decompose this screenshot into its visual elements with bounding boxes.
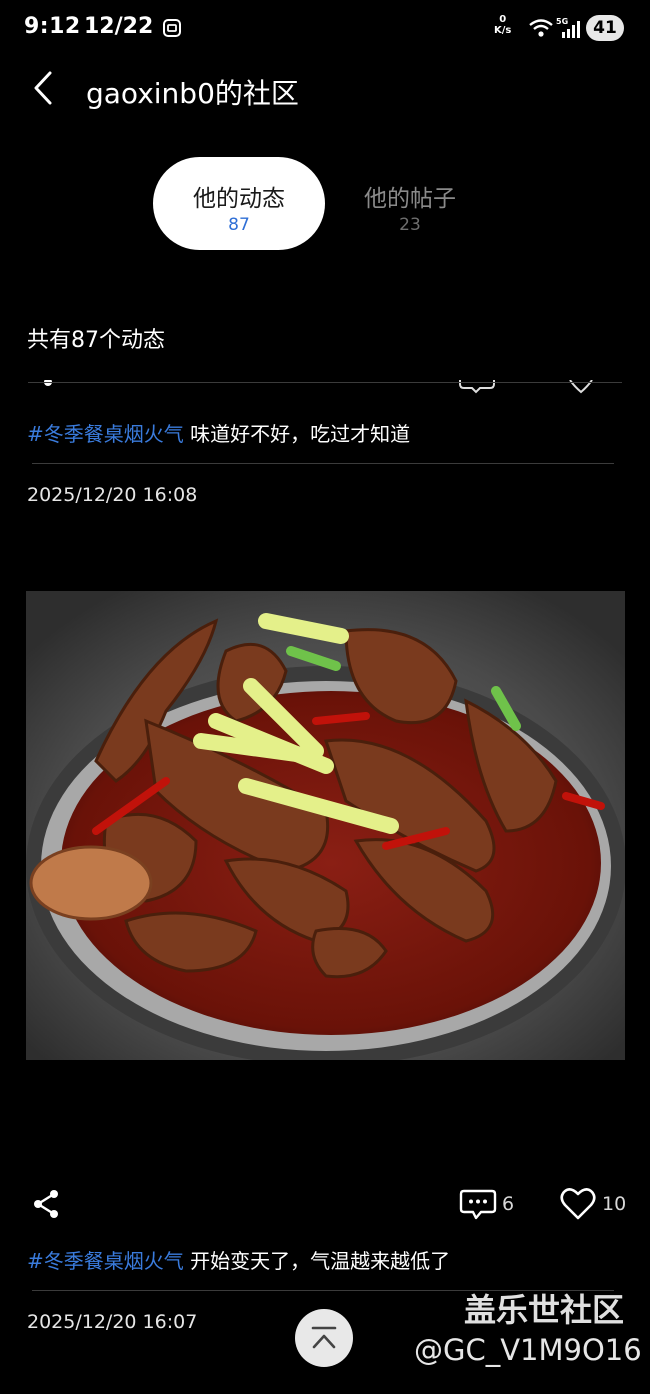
post-text[interactable]: #冬季餐桌烟火气 味道好不好，吃过才知道: [27, 418, 410, 447]
post-body: 味道好不好，吃过才知道: [183, 422, 411, 446]
battery-indicator: 41: [586, 15, 624, 41]
tab-his-activity[interactable]: 他的动态 87: [153, 157, 325, 250]
post-text[interactable]: #冬季餐桌烟火气 开始变天了，气温越来越低了: [27, 1245, 450, 1274]
tab-his-posts[interactable]: 他的帖子 23: [340, 157, 480, 250]
comment-icon[interactable]: [459, 1189, 497, 1221]
braised-duck-stew-photo: [26, 591, 625, 1060]
tab-count: 23: [399, 215, 421, 235]
divider: [32, 463, 614, 464]
hashtag-link[interactable]: #冬季餐桌烟火气: [27, 422, 184, 446]
status-date: 12/22: [84, 14, 154, 39]
hashtag-link[interactable]: #冬季餐桌烟火气: [27, 1249, 184, 1273]
comment-count: 6: [502, 1193, 515, 1215]
watermark-site: 盖乐世社区: [464, 1291, 625, 1329]
post-timestamp: 2025/12/20 16:08: [27, 484, 198, 506]
watermark-user: @GC_V1M9O16: [414, 1333, 642, 1367]
activity-total: 共有87个动态: [27, 328, 165, 353]
tab-label: 他的帖子: [364, 186, 456, 212]
tab-label: 他的动态: [193, 186, 285, 212]
wifi-icon: [529, 19, 553, 37]
like-count: 10: [602, 1193, 627, 1215]
heart-icon[interactable]: [560, 1187, 596, 1221]
back-icon[interactable]: [30, 70, 56, 106]
scroll-to-top-button[interactable]: [295, 1309, 353, 1367]
post-image[interactable]: [26, 591, 625, 1060]
svg-text:5G: 5G: [556, 17, 568, 26]
page-title: gaoxinb0的社区: [86, 77, 299, 110]
scroll-top-icon: [311, 1326, 337, 1349]
tab-count: 87: [228, 215, 250, 235]
divider: [28, 382, 622, 383]
signal-5g-icon: 5G: [556, 17, 580, 38]
screenshot-icon: [163, 19, 181, 37]
share-icon[interactable]: [32, 1189, 60, 1219]
post-timestamp: 2025/12/20 16:07: [27, 1311, 198, 1333]
post-body: 开始变天了，气温越来越低了: [183, 1249, 451, 1273]
status-time: 9:12: [24, 14, 81, 39]
net-speed: 0 K/s: [494, 14, 512, 36]
